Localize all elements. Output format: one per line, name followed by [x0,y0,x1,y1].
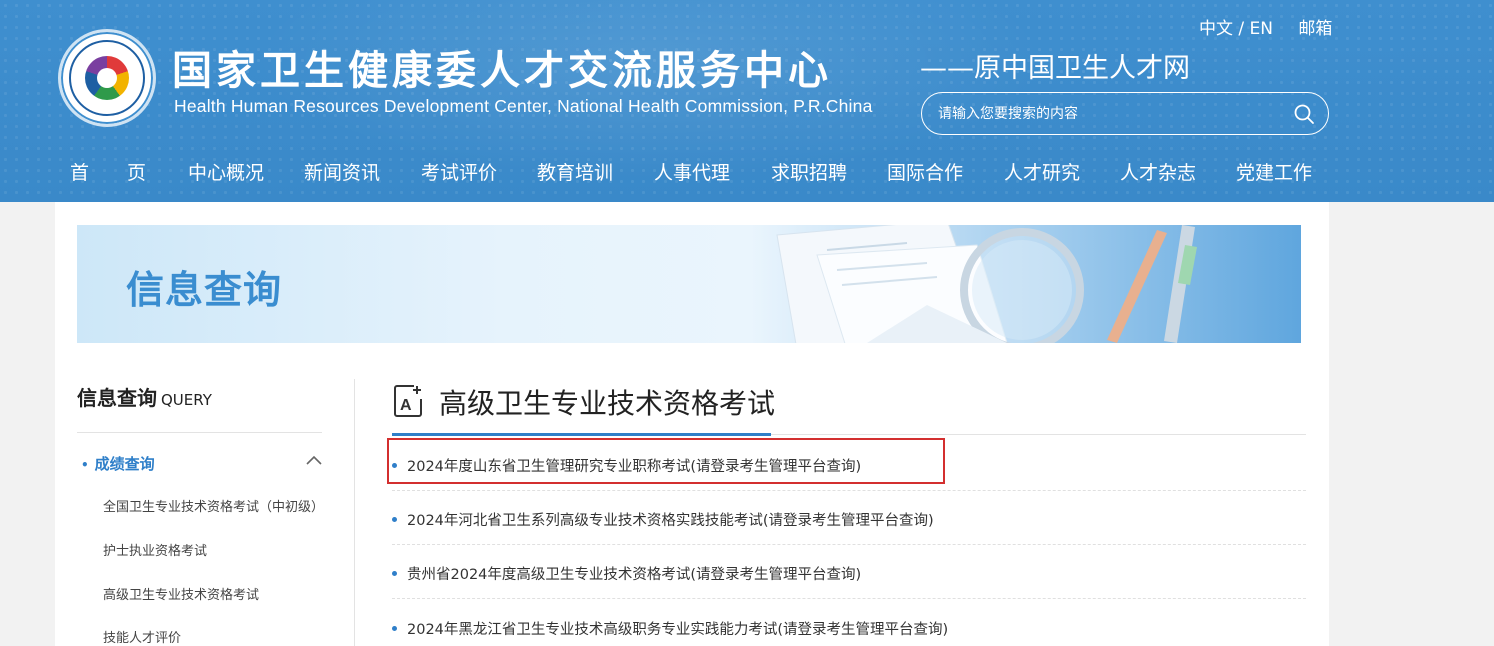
nav-magazine[interactable]: 人才杂志 [1120,158,1196,185]
sidebar-item-national-exam[interactable]: 全国卫生专业技术资格考试（中初级） [103,496,324,515]
list-item[interactable]: 贵州省2024年度高级卫生专业技术资格考试(请登录考生管理平台查询) [392,545,1306,599]
list-separator [392,598,1306,599]
nav-research[interactable]: 人才研究 [1004,158,1080,185]
site-title-cn[interactable]: 国家卫生健康委人才交流服务中心 [172,38,832,96]
nav-jobs[interactable]: 求职招聘 [771,158,847,185]
search-icon[interactable] [1292,102,1316,126]
top-links: 中文 / EN 邮箱 [1199,14,1332,39]
nav-news[interactable]: 新闻资讯 [304,158,380,185]
main-nav: 首 页 中心概况 新闻资讯 考试评价 教育培训 人事代理 求职招聘 国际合作 人… [0,150,1494,194]
list-bullet [392,517,397,522]
content-area: 信息查询 信息查询 QUERY • 成绩查询 全国卫生专业技术资格考试（中初级） 护… [55,202,1329,646]
list-item-link[interactable]: 贵州省2024年度高级卫生专业技术资格考试(请登录考生管理平台查询) [407,563,861,584]
section-divider-accent [392,433,771,436]
sidebar-title-cn: 信息查询 [77,386,157,410]
sidebar-item-nurse-exam[interactable]: 护士执业资格考试 [103,540,207,559]
column-divider [354,379,355,646]
nav-training[interactable]: 教育培训 [537,158,613,185]
sidebar-title-en: QUERY [161,391,212,409]
chevron-up-icon[interactable] [305,454,323,466]
section-title: 高级卫生专业技术资格考试 [439,387,776,420]
site-header: 国家卫生健康委人才交流服务中心 Health Human Resources D… [0,0,1494,202]
list-item[interactable]: 2024年黑龙江省卫生专业技术高级职务专业实践能力考试(请登录考生管理平台查询) [392,600,1306,646]
list-item[interactable]: 2024年河北省卫生系列高级专业技术资格实践技能考试(请登录考生管理平台查询) [392,491,1306,545]
nav-home[interactable]: 首 页 [70,158,146,185]
sidebar-title: 信息查询 QUERY [77,382,212,411]
page-banner: 信息查询 [77,225,1301,343]
sidebar-divider [77,432,322,433]
sidebar-item-skill-eval[interactable]: 技能人才评价 [103,627,181,646]
nav-party[interactable]: 党建工作 [1236,158,1312,185]
language-switch[interactable]: 中文 / EN [1199,14,1273,39]
search-input[interactable] [938,103,1268,125]
svg-text:A: A [400,397,412,414]
logo-emblem[interactable] [58,29,156,127]
nav-about[interactable]: 中心概况 [188,158,264,185]
search-box [921,92,1329,135]
banner-illustration [776,225,1197,343]
nav-international[interactable]: 国际合作 [887,158,963,185]
edit-document-icon: A [394,385,422,417]
list-bullet [392,571,397,576]
list-bullet [392,626,397,631]
highlight-box [387,438,945,484]
banner-title: 信息查询 [126,268,283,312]
list-item-link[interactable]: 2024年河北省卫生系列高级专业技术资格实践技能考试(请登录考生管理平台查询) [407,509,934,530]
nav-exam[interactable]: 考试评价 [421,158,497,185]
logo-core [85,56,129,100]
sidebar-item-senior-exam[interactable]: 高级卫生专业技术资格考试 [103,584,259,603]
sidebar-active-label: 成绩查询 [94,455,155,473]
nav-personnel[interactable]: 人事代理 [654,158,730,185]
list-item-link[interactable]: 2024年黑龙江省卫生专业技术高级职务专业实践能力考试(请登录考生管理平台查询) [407,618,948,639]
sidebar-item-score-query[interactable]: • 成绩查询 [81,453,155,474]
site-subtitle: ——原中国卫生人才网 [920,53,1190,84]
site-title-en: Health Human Resources Development Cente… [174,96,873,116]
sidebar-active-dot: • [81,458,89,472]
mail-link[interactable]: 邮箱 [1298,14,1332,39]
